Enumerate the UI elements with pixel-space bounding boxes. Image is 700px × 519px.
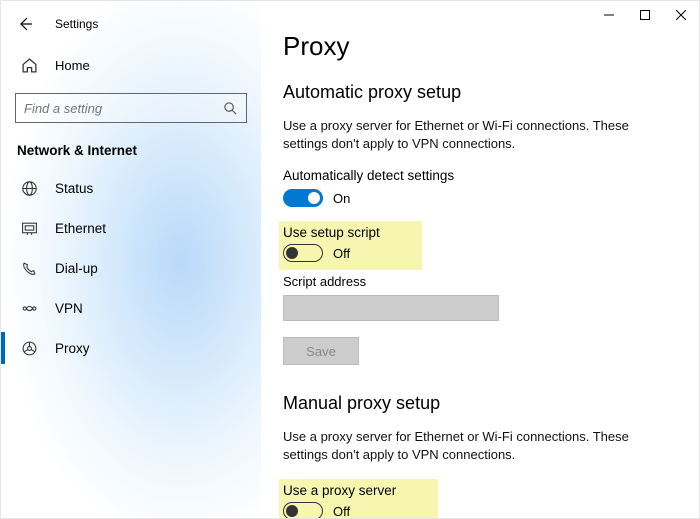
use-proxy-toggle[interactable] (283, 502, 323, 518)
sidebar-home[interactable]: Home (1, 47, 261, 83)
window-controls (591, 1, 699, 29)
save-button: Save (283, 337, 359, 365)
proxy-icon (19, 340, 39, 357)
minimize-button[interactable] (591, 1, 627, 29)
back-button[interactable] (11, 10, 39, 38)
vpn-icon (19, 300, 39, 317)
close-button[interactable] (663, 1, 699, 29)
section-auto-title: Automatic proxy setup (283, 82, 673, 103)
highlight-use-script: Use setup script Off (279, 221, 422, 270)
search-icon (223, 101, 238, 116)
search-box[interactable] (15, 93, 247, 123)
search-input[interactable] (24, 101, 223, 116)
sidebar-item-label: VPN (55, 301, 83, 316)
sidebar-item-status[interactable]: Status (1, 168, 261, 208)
auto-detect-toggle[interactable] (283, 189, 323, 207)
sidebar-item-label: Status (55, 181, 93, 196)
content-area[interactable]: Proxy Automatic proxy setup Use a proxy … (261, 1, 699, 518)
sidebar-item-proxy[interactable]: Proxy (1, 328, 261, 368)
use-script-toggle[interactable] (283, 244, 323, 262)
sidebar: Settings Home Network & Internet Status (1, 1, 261, 518)
page-title: Proxy (283, 31, 673, 62)
script-address-label: Script address (283, 274, 673, 289)
sidebar-item-label: Proxy (55, 341, 90, 356)
auto-detect-state: On (333, 191, 350, 206)
ethernet-icon (19, 220, 39, 237)
app-title: Settings (55, 17, 98, 31)
titlebar: Settings (1, 7, 261, 41)
phone-icon (19, 260, 39, 277)
use-proxy-state: Off (333, 504, 350, 518)
sidebar-item-ethernet[interactable]: Ethernet (1, 208, 261, 248)
maximize-button[interactable] (627, 1, 663, 29)
use-script-state: Off (333, 246, 350, 261)
home-icon (19, 57, 39, 74)
use-proxy-label: Use a proxy server (283, 483, 396, 498)
sidebar-item-vpn[interactable]: VPN (1, 288, 261, 328)
highlight-use-proxy: Use a proxy server Off (279, 479, 438, 518)
section-auto-desc: Use a proxy server for Ethernet or Wi-Fi… (283, 117, 673, 152)
globe-icon (19, 180, 39, 197)
script-address-input[interactable] (283, 295, 499, 321)
auto-detect-label: Automatically detect settings (283, 168, 673, 183)
sidebar-item-label: Ethernet (55, 221, 106, 236)
category-title: Network & Internet (1, 129, 261, 168)
section-manual-title: Manual proxy setup (283, 393, 673, 414)
home-label: Home (55, 58, 90, 73)
sidebar-item-dialup[interactable]: Dial-up (1, 248, 261, 288)
section-manual-desc: Use a proxy server for Ethernet or Wi-Fi… (283, 428, 673, 463)
use-script-label: Use setup script (283, 225, 380, 240)
sidebar-item-label: Dial-up (55, 261, 98, 276)
